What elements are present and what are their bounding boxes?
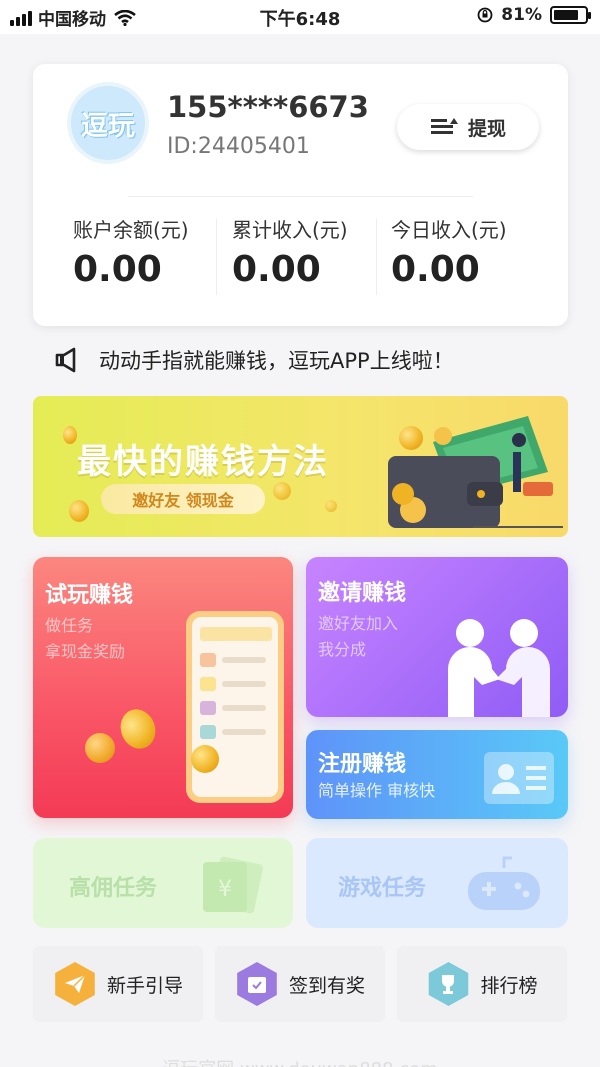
- tile-title: 游戏任务: [338, 876, 427, 901]
- battery-icon: [550, 6, 591, 24]
- high-commission-tile[interactable]: 高佣任务 ¥: [33, 838, 293, 928]
- newbie-guide-label: 新手引导: [106, 974, 183, 997]
- coin-icon: [191, 745, 219, 773]
- money-icon: ¥: [203, 856, 263, 914]
- user-phone: 155****6673: [167, 90, 369, 124]
- calendar-check-icon: [237, 962, 277, 1006]
- tile-subtitle: 简单操作 审核快: [318, 781, 436, 800]
- tile-subtitle: 做任务: [45, 616, 94, 635]
- coin-icon: [85, 733, 115, 763]
- banner-pill: 邀好友 领现金: [101, 484, 265, 514]
- svg-text:¥: ¥: [218, 877, 232, 902]
- withdraw-button[interactable]: 提现: [397, 104, 539, 150]
- stat-value: 0.00: [232, 249, 321, 290]
- checkin-reward-label: 签到有奖: [288, 974, 365, 997]
- gamepad-icon: [468, 856, 540, 910]
- stat-separator: [376, 219, 377, 295]
- status-bar: 中国移动 下午6:48 81%: [0, 0, 600, 34]
- promo-banner[interactable]: 最快的赚钱方法 邀好友 领现金: [33, 396, 568, 537]
- coin-icon: [325, 500, 337, 512]
- invite-earn-tile[interactable]: 邀请赚钱 邀好友加入 我分成: [306, 557, 568, 717]
- notice-bar[interactable]: 动动手指就能赚钱，逗玩APP上线啦！: [55, 345, 454, 375]
- battery-percent: 81%: [501, 5, 542, 25]
- trophy-icon: [428, 962, 469, 1006]
- tile-subtitle: 拿现金奖励: [45, 642, 126, 661]
- coin-icon: [115, 704, 161, 754]
- stat-label: 账户余额(元): [73, 218, 189, 242]
- tile-subtitle: 我分成: [318, 640, 367, 659]
- tile-title: 试玩赚钱: [45, 583, 134, 608]
- stat-today-income: 今日收入(元) 0.00: [391, 214, 549, 290]
- checkin-reward-button[interactable]: 签到有奖: [215, 946, 385, 1022]
- stat-label: 累计收入(元): [232, 218, 348, 242]
- status-right: 81%: [477, 5, 591, 25]
- withdraw-icon: [430, 118, 458, 134]
- id-card-icon: [484, 752, 554, 804]
- stat-value: 0.00: [391, 249, 480, 290]
- stat-balance: 账户余额(元) 0.00: [73, 214, 231, 290]
- try-earn-tile[interactable]: 试玩赚钱 做任务 拿现金奖励: [33, 557, 293, 818]
- handshake-icon: [448, 619, 550, 717]
- banner-title: 最快的赚钱方法: [77, 442, 329, 482]
- coin-icon: [63, 426, 77, 444]
- tile-title: 注册赚钱: [318, 752, 407, 777]
- game-task-tile[interactable]: 游戏任务: [306, 838, 568, 928]
- register-earn-tile[interactable]: 注册赚钱 简单操作 审核快: [306, 730, 568, 819]
- coin-icon: [273, 482, 291, 500]
- coin-icon: [69, 500, 89, 522]
- stat-separator: [216, 219, 217, 295]
- stat-value: 0.00: [73, 249, 162, 290]
- avatar-text: 逗玩: [81, 110, 135, 142]
- notice-text: 动动手指就能赚钱，逗玩APP上线啦！: [99, 349, 454, 373]
- orientation-lock-icon: [477, 7, 493, 23]
- account-card: 逗玩 155****6673 ID:24405401 提现 账户余额(元) 0.…: [33, 64, 568, 326]
- coin-icon: [399, 426, 423, 450]
- avatar[interactable]: 逗玩: [67, 82, 149, 164]
- card-divider: [128, 196, 473, 197]
- tile-subtitle: 邀好友加入: [318, 614, 399, 633]
- stat-total-income: 累计收入(元) 0.00: [232, 214, 390, 290]
- paper-plane-icon: [55, 962, 95, 1006]
- leaderboard-button[interactable]: 排行榜: [397, 946, 567, 1022]
- withdraw-label: 提现: [467, 117, 506, 140]
- phone-illustration: [186, 611, 284, 803]
- tile-title: 高佣任务: [69, 876, 158, 901]
- newbie-guide-button[interactable]: 新手引导: [33, 946, 203, 1022]
- user-id: ID:24405401: [167, 134, 310, 159]
- footer-watermark: 逗玩官网 www.douwan888.com: [0, 1055, 600, 1067]
- leaderboard-label: 排行榜: [480, 974, 538, 997]
- stat-label: 今日收入(元): [391, 218, 507, 242]
- tile-title: 邀请赚钱: [318, 581, 407, 606]
- speaker-icon: [55, 347, 76, 373]
